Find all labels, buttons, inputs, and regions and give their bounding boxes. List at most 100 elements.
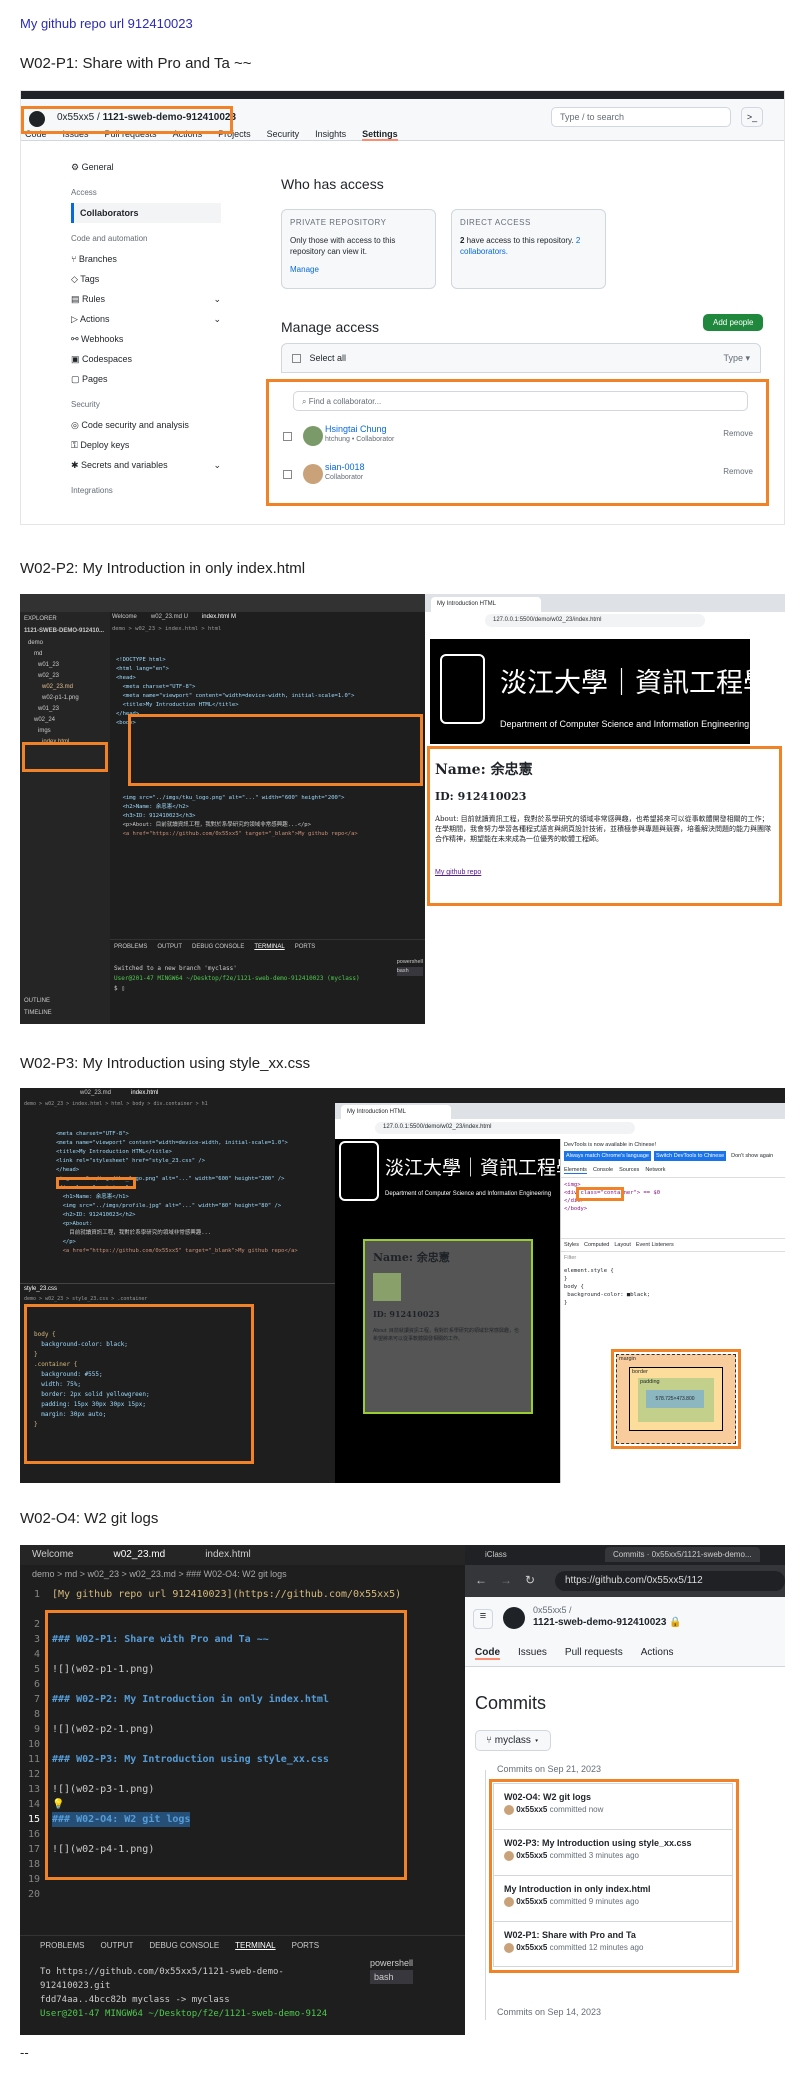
timeline-line (485, 1770, 486, 2020)
terminal-item[interactable]: powershell (370, 1956, 413, 1970)
terminal-item[interactable]: powershell (397, 958, 423, 967)
outline-section[interactable]: OUTLINE (24, 998, 50, 1004)
timeline-section[interactable]: TIMELINE (24, 1010, 52, 1016)
tree-item[interactable]: w01_23 (28, 660, 106, 671)
sidebar-item-tags[interactable]: ◇ Tags (71, 269, 221, 289)
dt-tab-computed[interactable]: Computed (584, 1242, 609, 1248)
sidebar-item-pages[interactable]: ▢ Pages (71, 369, 221, 389)
dt-tab-sources[interactable]: Sources (619, 1167, 639, 1174)
terminal-line[interactable]: $ ▯ (114, 984, 421, 994)
explorer-title: EXPLORER (24, 616, 57, 622)
panel-tab[interactable]: TERMINAL (235, 1941, 275, 1950)
panel-tab[interactable]: PROBLEMS (114, 944, 147, 950)
tab-md[interactable]: w02_23.md U (151, 614, 188, 620)
panel-tab[interactable]: PORTS (295, 944, 316, 950)
panel-tab[interactable]: DEBUG CONSOLE (192, 944, 244, 950)
styles-filter-input[interactable]: Filter (561, 1252, 785, 1264)
dt-tab-elements[interactable]: Elements (564, 1167, 587, 1174)
breadcrumb: demo > md > w02_23 > w02_23.md > ### W02… (32, 1569, 287, 1579)
sidebar-item-collaborators[interactable]: Collaborators (71, 203, 221, 223)
styles-rules: element.style {} body { background-color:… (564, 1268, 651, 1306)
sidebar-item-webhooks[interactable]: ⚯ Webhooks (71, 329, 221, 349)
panel-tab[interactable]: PROBLEMS (40, 1941, 84, 1950)
dont-show-button[interactable]: Don't show again (729, 1151, 775, 1161)
terminal-item[interactable]: bash (396, 967, 423, 976)
tab-md[interactable]: w02_23.md (80, 1090, 111, 1096)
gh-tab-pull-requests[interactable]: Pull requests (565, 1647, 623, 1660)
tree-item[interactable]: w01_23 (28, 704, 106, 715)
sidebar-item-rules[interactable]: ▤ Rules ⌄ (71, 289, 221, 309)
tree-item[interactable]: w02_24 (28, 715, 106, 726)
panel-tab[interactable]: DEBUG CONSOLE (149, 1941, 219, 1950)
address-bar[interactable]: 127.0.0.1:5500/demo/w02_23/index.html (375, 1122, 635, 1134)
add-people-button[interactable]: Add people (703, 314, 764, 331)
forward-icon[interactable]: → (500, 1573, 512, 1587)
panel-tab[interactable]: OUTPUT (157, 944, 182, 950)
sidebar-item-deploy-keys[interactable]: ⚿ Deploy keys (71, 435, 221, 455)
tab-insights[interactable]: Insights (315, 129, 346, 141)
code-editor[interactable]: <meta charset="UTF-8"> <meta name="viewpo… (56, 1112, 331, 1274)
tab-style-css[interactable]: style_23.css (24, 1286, 57, 1292)
command-palette-button[interactable]: >_ (741, 107, 763, 127)
repo-url-link[interactable]: My github repo url 912410023 (20, 16, 193, 31)
browser-tab[interactable]: My Introduction HTML (431, 597, 541, 612)
back-icon[interactable]: ← (475, 1573, 487, 1587)
tab-index-html[interactable]: index.html M (202, 614, 236, 620)
dt-tab-listeners[interactable]: Event Listeners (636, 1242, 674, 1248)
branch-selector[interactable]: ⑂ myclass ▾ (475, 1730, 551, 1751)
switch-chinese-button[interactable]: Switch DevTools to Chinese (653, 1151, 727, 1161)
manage-link[interactable]: Manage (290, 265, 427, 274)
sidebar-item-actions[interactable]: ▷ Actions ⌄ (71, 309, 221, 329)
repo-name[interactable]: 1121-sweb-demo-912410023 🔒 (533, 1617, 682, 1628)
tab-welcome[interactable]: Welcome (32, 1549, 74, 1561)
devtools-lang-buttons: Always match Chrome's language Switch De… (561, 1151, 785, 1161)
gh-tab-issues[interactable]: Issues (518, 1647, 547, 1660)
address-bar[interactable]: 127.0.0.1:5500/demo/w02_23/index.html (485, 614, 705, 627)
type-filter-dropdown[interactable]: Type ▾ (723, 353, 750, 364)
tree-item[interactable]: imgs (28, 726, 106, 737)
tab-security[interactable]: Security (267, 129, 300, 141)
browser-tab[interactable]: My Introduction HTML (341, 1105, 451, 1119)
sidebar-item-codespaces[interactable]: ▣ Codespaces (71, 349, 221, 369)
github-settings-screenshot: 0x55xx5 / 1121-sweb-demo-912410023 Type … (20, 90, 785, 525)
sidebar-item-general[interactable]: ⚙ General (71, 157, 221, 177)
match-language-button[interactable]: Always match Chrome's language (564, 1151, 651, 1161)
tab-settings[interactable]: Settings (362, 129, 398, 141)
search-input[interactable]: Type / to search (551, 107, 731, 127)
tab-md[interactable]: w02_23.md (114, 1549, 166, 1561)
tree-item[interactable]: demo (28, 638, 106, 649)
dt-tab-network[interactable]: Network (645, 1167, 665, 1174)
browser-tab[interactable]: iClass (485, 1550, 507, 1559)
dt-tab-layout[interactable]: Layout (614, 1242, 631, 1248)
tab-index-html[interactable]: index.html (205, 1549, 251, 1561)
tree-item[interactable]: w02_23.md (28, 682, 106, 693)
tree-item[interactable]: w02-p1-1.png (28, 693, 106, 704)
tree-item[interactable]: w02_23 (28, 671, 106, 682)
panel-tab[interactable]: TERMINAL (254, 944, 284, 950)
dt-tab-console[interactable]: Console (593, 1167, 613, 1174)
select-all-checkbox[interactable] (292, 354, 301, 364)
dt-tab-styles[interactable]: Styles (564, 1242, 579, 1248)
panel-tab[interactable]: PORTS (292, 1941, 319, 1950)
terminal-line: Switched to a new branch 'myclass' (114, 965, 237, 972)
footer-divider: -- (20, 2045, 29, 2060)
terminal-item[interactable]: bash (370, 1970, 414, 1984)
terminal-line: User@201-47 MINGW64 ~/Desktop/f2e/1121-s… (114, 975, 360, 982)
repo-owner[interactable]: 0x55xx5 / (533, 1605, 572, 1615)
tab-index-html[interactable]: index.html (131, 1090, 158, 1096)
github-logo-icon[interactable] (503, 1607, 525, 1629)
explorer-repo: 1121-SWEB-DEMO-912410... (24, 628, 105, 634)
sidebar-item-code-security[interactable]: ◎ Code security and analysis (71, 415, 221, 435)
gh-tab-actions[interactable]: Actions (641, 1647, 674, 1660)
menu-icon[interactable]: ≡ (473, 1609, 493, 1629)
tree-item[interactable]: md (28, 649, 106, 660)
sidebar-item-branches[interactable]: ⑂ Branches (71, 249, 221, 269)
address-bar[interactable]: https://github.com/0x55xx5/112 (555, 1571, 785, 1591)
gh-tab-code[interactable]: Code (475, 1647, 500, 1660)
reload-icon[interactable]: ↻ (525, 1573, 535, 1587)
tab-welcome[interactable]: Welcome (112, 614, 137, 620)
sidebar-item-secrets[interactable]: ✱ Secrets and variables ⌄ (71, 455, 221, 475)
browser-tab-active[interactable]: Commits · 0x55xx5/1121-sweb-demo... (605, 1547, 760, 1562)
panel-tab[interactable]: OUTPUT (100, 1941, 133, 1950)
intro-id: ID: 912410023 (373, 1309, 440, 1319)
